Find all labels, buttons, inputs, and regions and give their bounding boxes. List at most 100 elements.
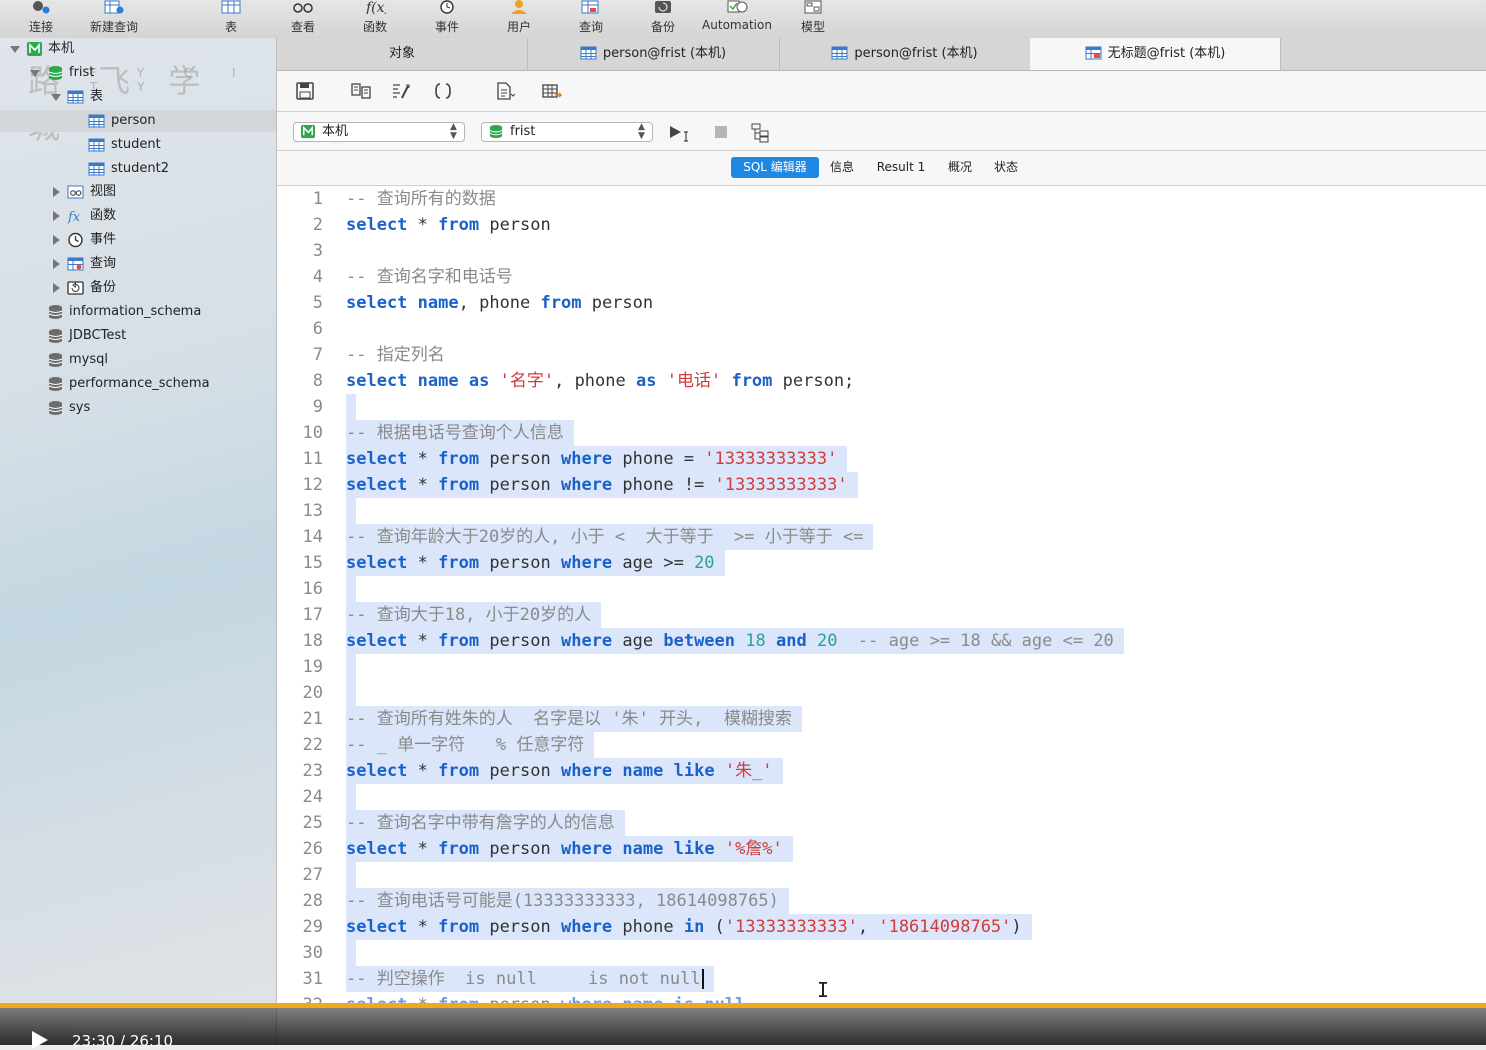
- tree-database-sys[interactable]: sys: [0, 397, 276, 419]
- tab-objects[interactable]: 对象: [277, 38, 528, 70]
- subtab-status[interactable]: 状态: [985, 157, 1027, 178]
- toolbar-query-button[interactable]: 查询: [556, 0, 626, 38]
- chevron-down-icon[interactable]: [10, 46, 20, 53]
- code-line[interactable]: 11 select * from person where phone = '13…: [277, 446, 1486, 472]
- chevron-right-icon[interactable]: [53, 235, 60, 245]
- play-icon[interactable]: [32, 1031, 48, 1049]
- code-line[interactable]: 5 select name, phone from person: [277, 290, 1486, 316]
- tree-group-function[interactable]: fx 函数: [0, 205, 276, 227]
- export-document-icon[interactable]: [495, 82, 515, 100]
- tree-database-label: information_schema: [69, 304, 202, 319]
- save-icon[interactable]: [295, 82, 315, 100]
- code-token: select: [346, 631, 408, 651]
- code-line[interactable]: 3: [277, 238, 1486, 264]
- toolbar-label: 查看: [290, 20, 315, 34]
- tree-table-person[interactable]: person: [0, 110, 276, 132]
- code-line[interactable]: 10 -- 根据电话号查询个人信息: [277, 420, 1486, 446]
- tree-table-student[interactable]: student: [0, 134, 276, 156]
- tree-tables-group[interactable]: 表: [0, 86, 276, 108]
- toolbar-function-button[interactable]: f(x) 函数: [340, 0, 410, 38]
- tree-database-jdbctest[interactable]: JDBCTest: [0, 325, 276, 347]
- code-line[interactable]: 2 select * from person: [277, 212, 1486, 238]
- code-line[interactable]: 20: [277, 680, 1486, 706]
- code-line[interactable]: 24: [277, 784, 1486, 810]
- code-line[interactable]: 21 -- 查询所有姓朱的人 名字是以 '朱' 开头, 模糊搜索: [277, 706, 1486, 732]
- code-line[interactable]: 7 -- 指定列名: [277, 342, 1486, 368]
- code-line[interactable]: 15 select * from person where age >= 20: [277, 550, 1486, 576]
- code-line[interactable]: 1 -- 查询所有的数据: [277, 186, 1486, 212]
- code-line[interactable]: 18 select * from person where age between…: [277, 628, 1486, 654]
- subtab-overview[interactable]: 概况: [939, 157, 981, 178]
- line-number: 26: [302, 839, 323, 859]
- tree-database-mysql[interactable]: mysql: [0, 349, 276, 371]
- code-line[interactable]: 13: [277, 498, 1486, 524]
- code-line[interactable]: 22 -- _ 单一字符 % 任意字符: [277, 732, 1486, 758]
- toolbar-user-button[interactable]: 用户: [484, 0, 554, 38]
- tree-table-student2[interactable]: student2: [0, 158, 276, 180]
- tree-group-backup[interactable]: 备份: [0, 277, 276, 299]
- subtab-info[interactable]: 信息: [821, 157, 863, 178]
- chevron-down-icon[interactable]: [30, 70, 40, 77]
- tab-person-table-2[interactable]: person@frist (本机): [779, 38, 1031, 70]
- tree-group-query[interactable]: 查询: [0, 253, 276, 275]
- code-snippet-icon[interactable]: [433, 82, 453, 100]
- chevron-down-icon[interactable]: [51, 94, 61, 101]
- code-line[interactable]: 23 select * from person where name like '…: [277, 758, 1486, 784]
- line-number: 9: [312, 397, 323, 417]
- tab-person-table-1[interactable]: person@frist (本机): [527, 38, 780, 70]
- tree-database-label: JDBCTest: [69, 328, 127, 343]
- tree-database-information_schema[interactable]: information_schema: [0, 301, 276, 323]
- toolbar-backup-button[interactable]: 备份: [628, 0, 698, 38]
- code-line[interactable]: 8 select name as '名字', phone as '电话' from…: [277, 368, 1486, 394]
- code-line[interactable]: 17 -- 查询大于18, 小于20岁的人: [277, 602, 1486, 628]
- sql-editor[interactable]: 1 -- 查询所有的数据 2 select * from person 3 4 -- 查询名…: [277, 186, 1486, 1006]
- subtab-result-1[interactable]: Result 1: [869, 157, 933, 178]
- chevron-right-icon[interactable]: [53, 187, 60, 197]
- chevron-right-icon[interactable]: [53, 283, 60, 293]
- stop-icon[interactable]: [714, 125, 728, 139]
- code-line[interactable]: 31 -- 判空操作 is null is not null: [277, 966, 1486, 992]
- code-line[interactable]: 28 -- 查询电话号可能是(13333333333, 18614098765): [277, 888, 1486, 914]
- code-text: select * from person where phone != '133…: [346, 472, 858, 498]
- chevron-right-icon[interactable]: [53, 211, 60, 221]
- tree-database[interactable]: frist: [0, 62, 276, 84]
- tree-database-performance_schema[interactable]: performance_schema: [0, 373, 276, 395]
- explain-icon[interactable]: [542, 82, 562, 100]
- database-icon: [48, 377, 63, 391]
- beautify-sql-icon[interactable]: [391, 82, 411, 100]
- code-text: select name as '名字', phone as '电话' from …: [346, 368, 864, 394]
- toolbar-automation-button[interactable]: Automation: [702, 0, 772, 38]
- toolbar-table-button[interactable]: 表: [196, 0, 266, 38]
- new-query-icon: [104, 0, 124, 14]
- code-line[interactable]: 19: [277, 654, 1486, 680]
- toolbar-new-query-button[interactable]: 新建查询: [79, 0, 149, 38]
- database-select[interactable]: frist ▲ ▼: [481, 122, 653, 142]
- run-icon[interactable]: [669, 124, 695, 142]
- tree-connection[interactable]: 本机: [0, 38, 276, 60]
- code-line[interactable]: 16: [277, 576, 1486, 602]
- explain-plan-icon[interactable]: [751, 123, 773, 143]
- code-line[interactable]: 6: [277, 316, 1486, 342]
- tree-group-event[interactable]: 事件: [0, 229, 276, 251]
- code-line[interactable]: 12 select * from person where phone != '1…: [277, 472, 1486, 498]
- code-line[interactable]: 29 select * from person where phone in ('…: [277, 914, 1486, 940]
- subtab-sql-editor[interactable]: SQL 编辑器: [731, 157, 819, 178]
- code-line[interactable]: 26 select * from person where name like '…: [277, 836, 1486, 862]
- code-line[interactable]: 27: [277, 862, 1486, 888]
- code-line[interactable]: 14 -- 查询年龄大于20岁的人, 小于 < 大于等于 >= 小于等于 <=: [277, 524, 1486, 550]
- code-line[interactable]: 25 -- 查询名字中带有詹字的人的信息: [277, 810, 1486, 836]
- toolbar-connection-button[interactable]: 连接: [6, 0, 76, 38]
- code-line[interactable]: 30: [277, 940, 1486, 966]
- tree-group-view[interactable]: 视图: [0, 181, 276, 203]
- code-line[interactable]: 9: [277, 394, 1486, 420]
- toolbar-model-button[interactable]: 模型: [778, 0, 848, 38]
- chevron-right-icon[interactable]: [53, 259, 60, 269]
- query-builder-icon[interactable]: [351, 82, 371, 100]
- code-line[interactable]: 4 -- 查询名字和电话号: [277, 264, 1486, 290]
- tab-untitled-query[interactable]: 无标题@frist (本机): [1030, 38, 1281, 70]
- connection-select[interactable]: 本机 ▲ ▼: [293, 122, 465, 142]
- toolbar-event-button[interactable]: 事件: [412, 0, 482, 38]
- toolbar-view-button[interactable]: 查看: [268, 0, 338, 38]
